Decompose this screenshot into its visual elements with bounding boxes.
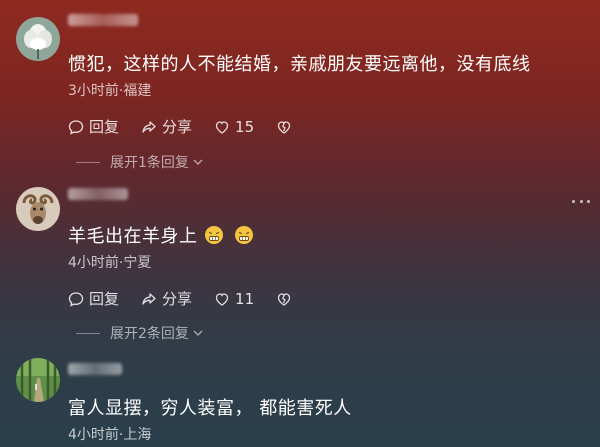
reply-icon [68, 291, 84, 307]
like-count: 15 [235, 117, 255, 136]
dislike-button[interactable] [276, 291, 297, 307]
username-redacted[interactable] [68, 188, 128, 200]
chevron-down-icon [193, 159, 203, 165]
reply-label: 回复 [89, 290, 120, 308]
comment-meta: 3小时前·福建 [68, 83, 152, 99]
comment-actions: 回复 分享 15 [68, 116, 319, 137]
comment-meta: 4小时前·上海 [68, 427, 152, 443]
comment-text: 惯犯，这样的人不能结婚，亲戚朋友要远离他，没有底线 [68, 54, 531, 75]
share-button[interactable]: 分享 [141, 116, 192, 137]
like-button[interactable]: 11 [214, 290, 254, 308]
like-count: 11 [235, 289, 255, 308]
comment-text: 羊毛出在羊身上 [68, 222, 254, 248]
dislike-button[interactable] [276, 119, 297, 135]
forest-path-avatar-icon [16, 358, 60, 402]
broken-heart-icon [277, 120, 291, 134]
reply-button[interactable]: 回复 [68, 288, 119, 309]
reply-label: 回复 [89, 118, 120, 136]
share-button[interactable]: 分享 [141, 288, 192, 309]
white-flower-avatar-icon [16, 17, 60, 61]
comment-meta: 4小时前·宁夏 [68, 255, 152, 271]
expand-replies-button[interactable]: 展开2条回复 [76, 323, 204, 343]
share-icon [142, 120, 156, 133]
share-label: 分享 [162, 118, 193, 136]
expand-replies-button[interactable]: 展开1条回复 [76, 152, 204, 172]
avatar[interactable] [16, 358, 60, 402]
divider-line [76, 161, 100, 163]
dot [579, 199, 583, 203]
ram-avatar-icon [16, 187, 60, 231]
username-redacted[interactable] [68, 363, 122, 375]
dot [587, 199, 590, 203]
more-options-button[interactable] [572, 196, 590, 206]
comment-text: 富人显摆，穷人装富， 都能害死人 [68, 398, 352, 419]
divider-line [76, 332, 100, 334]
heart-icon [215, 292, 229, 306]
grimace-emoji-icon [204, 226, 223, 244]
grimace-emoji-icon [234, 226, 253, 244]
reply-button[interactable]: 回复 [68, 116, 119, 137]
chevron-down-icon [193, 330, 203, 336]
dot [572, 199, 575, 203]
comment-actions: 回复 分享 11 [68, 288, 319, 309]
share-icon [142, 292, 156, 305]
comment-text-content: 羊毛出在羊身上 [68, 226, 198, 247]
like-button[interactable]: 15 [214, 118, 254, 136]
reply-icon [68, 119, 84, 135]
username-redacted[interactable] [68, 14, 138, 26]
share-label: 分享 [162, 290, 193, 308]
expand-replies-label: 展开1条回复 [110, 155, 189, 171]
avatar[interactable] [16, 17, 60, 61]
expand-replies-label: 展开2条回复 [110, 326, 189, 342]
broken-heart-icon [277, 292, 291, 306]
heart-icon [215, 120, 229, 134]
avatar[interactable] [16, 187, 60, 231]
